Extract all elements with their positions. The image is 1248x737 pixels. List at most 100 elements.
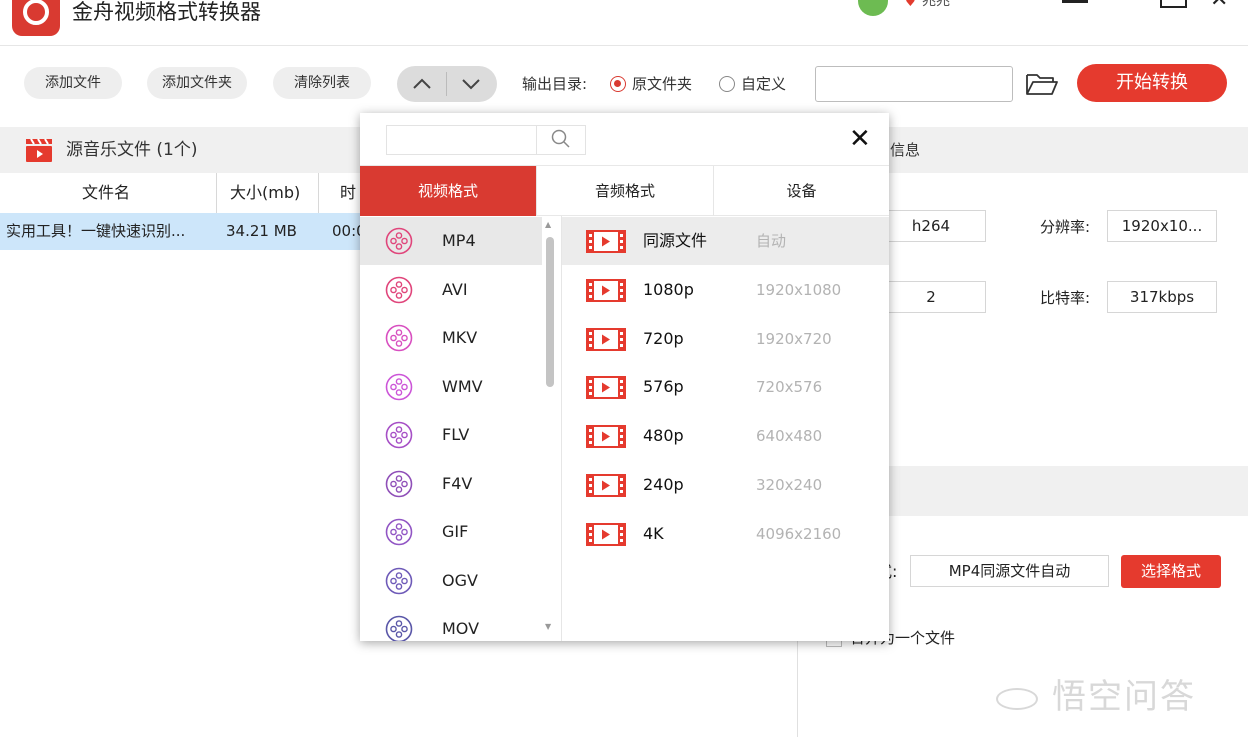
- cell-filename: 实用工具！一键快速识别...: [6, 222, 186, 240]
- video-file-icon: [586, 522, 626, 546]
- preset-item[interactable]: 576p 720x576: [562, 363, 889, 411]
- film-reel-icon: [385, 373, 413, 400]
- film-reel-icon: [385, 518, 413, 546]
- preset-resolution: 640x480: [756, 427, 823, 446]
- channels-field[interactable]: 2: [876, 281, 986, 313]
- maximize-icon[interactable]: [1160, 0, 1187, 8]
- format-label: WMV: [442, 376, 483, 396]
- video-file-icon: [586, 425, 626, 449]
- clear-list-button[interactable]: 清除列表: [273, 67, 371, 99]
- format-tabs: 视频格式 音频格式 设备: [360, 165, 889, 216]
- radio-custom-label[interactable]: 自定义: [741, 74, 786, 94]
- film-reel-icon: [385, 615, 413, 641]
- resolution-label: 分辨率:: [1040, 218, 1091, 236]
- output-format-field[interactable]: MP4同源文件自动: [910, 555, 1109, 587]
- preset-label: 1080p: [643, 279, 694, 299]
- preset-item[interactable]: 1080p 1920x1080: [562, 266, 889, 314]
- format-item[interactable]: OGV: [360, 557, 542, 605]
- move-down-icon[interactable]: [460, 73, 482, 95]
- open-folder-icon[interactable]: [1025, 71, 1059, 97]
- format-label: MP4: [442, 231, 476, 250]
- move-up-icon[interactable]: [411, 73, 433, 95]
- preset-item[interactable]: 480p 640x480: [562, 412, 889, 460]
- preset-label: 480p: [643, 426, 684, 446]
- column-header-filename[interactable]: 文件名: [82, 183, 130, 203]
- resolution-field[interactable]: 1920x10...: [1107, 210, 1217, 242]
- output-path-input[interactable]: [815, 66, 1013, 102]
- preset-resolution: 720x576: [756, 378, 823, 397]
- preset-label: 576p: [643, 377, 684, 397]
- tab-video-formats[interactable]: 视频格式: [360, 166, 536, 216]
- film-reel-icon: [385, 227, 413, 255]
- user-name[interactable]: 兆兆: [922, 0, 950, 10]
- preset-resolution: 320x240: [756, 476, 823, 494]
- preset-label: 240p: [643, 475, 684, 494]
- preset-resolution: 1920x1080: [756, 280, 842, 299]
- move-arrows: [397, 66, 497, 102]
- scroll-down-arrow-icon[interactable]: ▼: [545, 623, 551, 631]
- start-convert-button[interactable]: 开始转换: [1077, 64, 1227, 102]
- video-file-icon: [586, 278, 626, 302]
- preset-label: 720p: [643, 328, 684, 348]
- format-item[interactable]: FLV: [360, 411, 542, 459]
- minimize-icon[interactable]: [1062, 0, 1088, 3]
- format-label: FLV: [442, 425, 470, 444]
- preset-item[interactable]: 720p 1920x720: [562, 315, 889, 363]
- clapperboard-icon: [26, 138, 52, 162]
- choose-format-button[interactable]: 选择格式: [1121, 555, 1221, 588]
- heart-icon: ♥: [905, 0, 916, 9]
- add-file-button[interactable]: 添加文件: [24, 67, 122, 99]
- tab-audio-formats[interactable]: 音频格式: [536, 166, 713, 216]
- arrow-divider: [446, 72, 447, 96]
- column-header-size[interactable]: 大小(mb): [230, 183, 300, 203]
- video-file-icon: [586, 376, 626, 400]
- film-reel-icon: [385, 324, 413, 352]
- column-header-time[interactable]: 时: [340, 183, 356, 203]
- codec-field[interactable]: h264: [876, 210, 986, 242]
- scrollbar-thumb[interactable]: [546, 237, 554, 387]
- video-file-icon: [586, 230, 626, 253]
- scroll-up-arrow-icon[interactable]: ▲: [545, 221, 551, 229]
- format-label: MKV: [442, 328, 478, 347]
- format-label: AVI: [442, 279, 468, 299]
- preset-item[interactable]: 240p 320x240: [562, 461, 889, 509]
- radio-original-label[interactable]: 原文件夹: [632, 74, 692, 94]
- preset-item[interactable]: 同源文件 自动: [562, 217, 889, 265]
- format-item[interactable]: AVI: [360, 266, 542, 314]
- bitrate-label: 比特率:: [1040, 289, 1091, 307]
- close-popup-icon[interactable]: ✕: [849, 125, 871, 153]
- tab-devices[interactable]: 设备: [713, 166, 889, 216]
- format-item[interactable]: GIF: [360, 508, 542, 556]
- close-window-icon[interactable]: ✕: [1210, 0, 1228, 11]
- preset-item[interactable]: 4K 4096x2160: [562, 510, 889, 558]
- preset-resolution: 1920x720: [756, 329, 832, 348]
- app-title: 金舟视频格式转换器: [72, 0, 261, 24]
- format-item[interactable]: MOV: [360, 605, 542, 641]
- search-divider: [536, 125, 537, 155]
- title-bar: 金舟视频格式转换器 ♥ 兆兆 ✕: [0, 0, 1248, 46]
- preset-label: 同源文件: [643, 231, 708, 250]
- radio-original-folder[interactable]: [610, 76, 626, 92]
- search-icon[interactable]: [551, 129, 571, 149]
- bitrate-field[interactable]: 317kbps: [1107, 281, 1217, 313]
- add-folder-button[interactable]: 添加文件夹: [147, 67, 247, 99]
- cell-size: 34.21 MB: [226, 222, 297, 240]
- format-item[interactable]: MP4: [360, 217, 542, 265]
- app-logo-icon: [12, 0, 60, 36]
- format-picker-popup: ✕ 视频格式 音频格式 设备 MP4 AVI MKV WMV FLV F4V GIF OGV M…: [360, 113, 889, 641]
- radio-custom-folder[interactable]: [719, 76, 735, 92]
- user-avatar[interactable]: [858, 0, 888, 16]
- watermark-logo-icon: [996, 688, 1038, 710]
- info-header-title: 信息: [890, 141, 921, 159]
- video-file-icon: [586, 474, 626, 497]
- format-label: F4V: [442, 473, 473, 493]
- film-reel-icon: [385, 276, 413, 303]
- video-file-icon: [586, 327, 626, 351]
- film-reel-icon: [385, 421, 413, 449]
- source-title: 源音乐文件 (1个): [66, 140, 198, 160]
- film-reel-icon: [385, 567, 413, 594]
- format-item[interactable]: MKV: [360, 314, 542, 362]
- format-label: OGV: [442, 570, 478, 590]
- format-item[interactable]: F4V: [360, 460, 542, 508]
- format-item[interactable]: WMV: [360, 363, 542, 411]
